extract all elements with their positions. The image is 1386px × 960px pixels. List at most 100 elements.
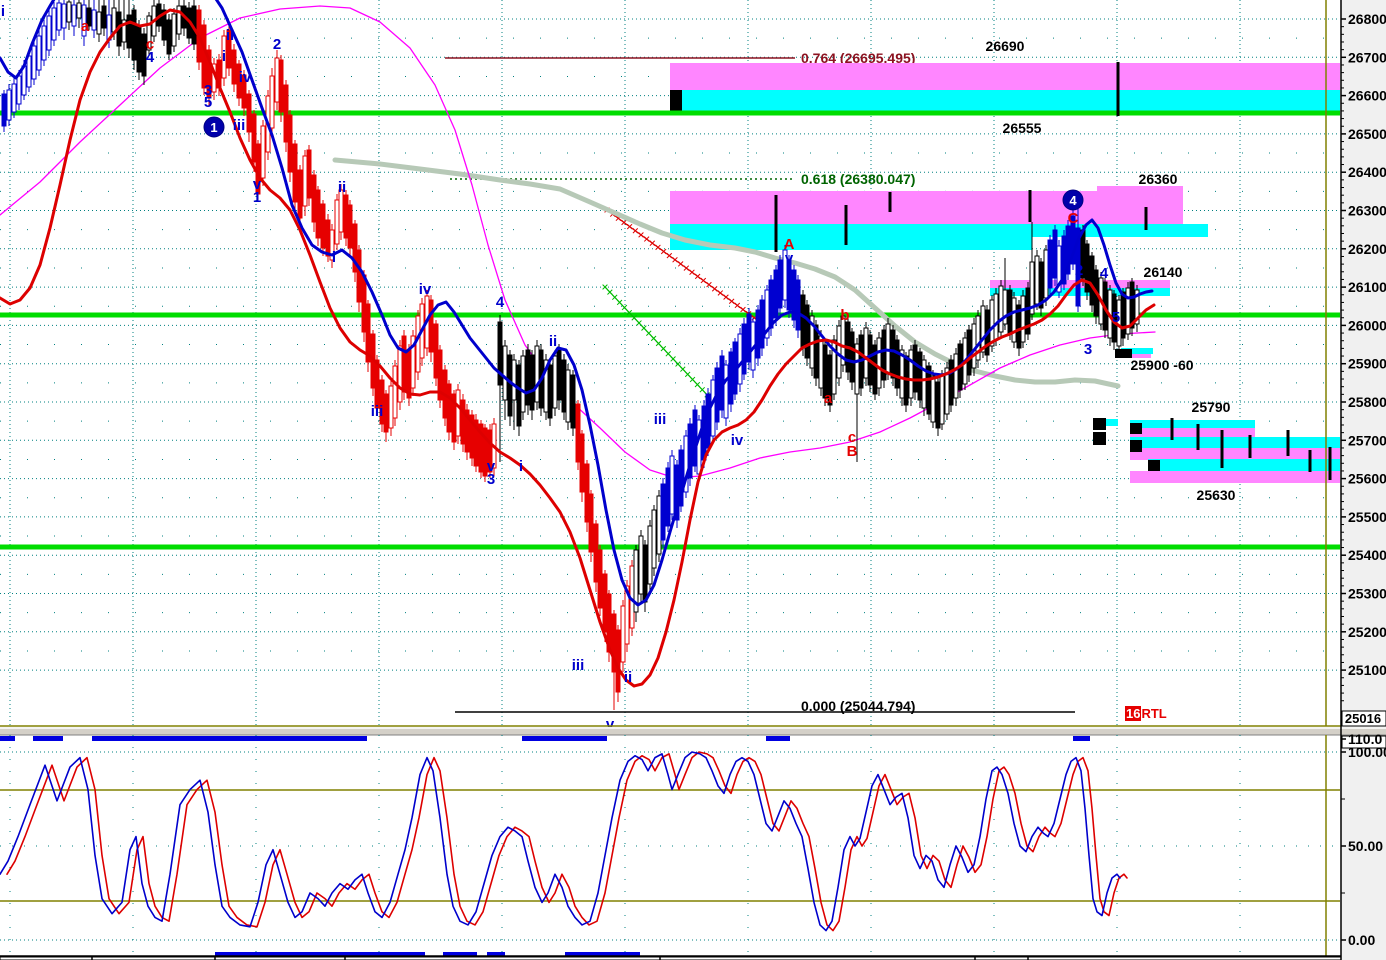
candle-body [6,89,12,121]
candle-body [201,24,207,89]
candle-body [741,323,747,375]
candle-body [1084,243,1090,293]
wave-label: 4 [1100,265,1109,282]
wave-label: 3 [487,471,495,488]
candle-body [593,523,599,583]
candle-body [260,125,266,179]
candle-body [552,355,558,409]
wave-degree-number: 1 [210,120,217,135]
candle-body [166,19,172,55]
axis-tick-label: 25900. [1348,356,1386,372]
candle-body [91,9,97,31]
candle-body [1034,255,1040,305]
candle-body [998,285,1004,333]
wave-label: iv [731,432,744,449]
wave-label: 4 [146,49,155,66]
osc-signal-bar-top [92,736,367,741]
candle-body [397,345,403,403]
last-price-value: 25016 [1345,711,1381,726]
wave-label: i [519,458,523,475]
candle-body [813,324,819,379]
candle-body [818,335,824,389]
candle-body [863,327,869,379]
wave-label: 3 [1084,341,1092,358]
candle-body [126,14,132,49]
osc-signal-bar-top [766,736,790,741]
candle-body [917,351,923,401]
candle-body [392,365,398,419]
band-marker [1115,349,1132,358]
candle-body [507,354,513,417]
axis-tick-label: 26600. [1348,88,1386,104]
wave-label: iii [371,403,384,420]
osc-axis-label: 50.00 [1348,838,1383,854]
wave-label: a [81,18,90,35]
candle-body [597,549,603,609]
candle-body [315,189,321,239]
wave-label: i [332,249,336,266]
candle-body [804,304,810,359]
candle-body [51,7,57,41]
candle-body [171,13,177,47]
candle-body [61,3,67,29]
band-marker [1148,460,1160,471]
axis-tick-label: 26200. [1348,241,1386,257]
candle-body [334,199,340,245]
price-level-label: 26690 [986,38,1025,54]
candle-body [306,149,312,199]
axis-tick-label: 26100. [1348,279,1386,295]
price-band[interactable] [670,63,1340,90]
wave-label: 2 [273,36,281,53]
candle-body [502,345,508,401]
candle-body [251,113,257,163]
wave-label: 4 [496,294,505,311]
price-band[interactable] [1130,428,1255,438]
band-marker [670,90,682,112]
candle-body [876,337,882,389]
candle-body [66,1,72,23]
candle-body [1120,291,1126,339]
price-band[interactable] [912,224,1208,237]
candle-body [642,544,648,603]
wave-label: iii [654,411,667,428]
candle-body [1052,229,1058,279]
candle-body [96,11,102,35]
price-band[interactable] [1130,420,1255,428]
band-marker [1130,423,1142,434]
price-band[interactable] [1130,437,1340,448]
chart-canvas[interactable]: 0.764 (26695.495)0.618 (26380.047)0.000 … [0,0,1386,960]
price-band[interactable] [1130,471,1340,483]
candle-body [890,329,896,379]
price-band[interactable] [670,191,1183,224]
candle-body [274,57,280,103]
candle-body [246,93,252,133]
axis-tick-label: 25600. [1348,471,1386,487]
wave-label: iv [239,69,252,86]
candle-body [800,294,806,349]
wave-label: C [1068,210,1079,227]
candle-body [935,381,941,429]
candle-body [620,605,626,663]
osc-axis-label: 100.00 [1348,744,1386,760]
band-marker [1093,418,1106,430]
price-level-label: 25630 [1197,487,1236,503]
axis-tick-label: 25400. [1348,547,1386,563]
candle-body [570,374,576,429]
wave-label: B [847,443,858,460]
candle-body [939,375,945,425]
candle-body [31,45,37,80]
candle-body [71,4,77,27]
candle-body [26,55,32,88]
price-band[interactable] [670,90,1340,111]
candle-body [1089,255,1095,306]
candle-body [795,279,801,331]
candle-body [647,525,653,585]
rtl-indicator-label: 16 RTL [1125,706,1167,721]
candle-body [111,7,117,33]
candle-body [534,345,540,403]
wave-label: ii [338,179,346,196]
candle-body [777,259,783,309]
candle-body [755,309,761,359]
axis-tick-label: 25700. [1348,432,1386,448]
candle-body [297,169,303,219]
